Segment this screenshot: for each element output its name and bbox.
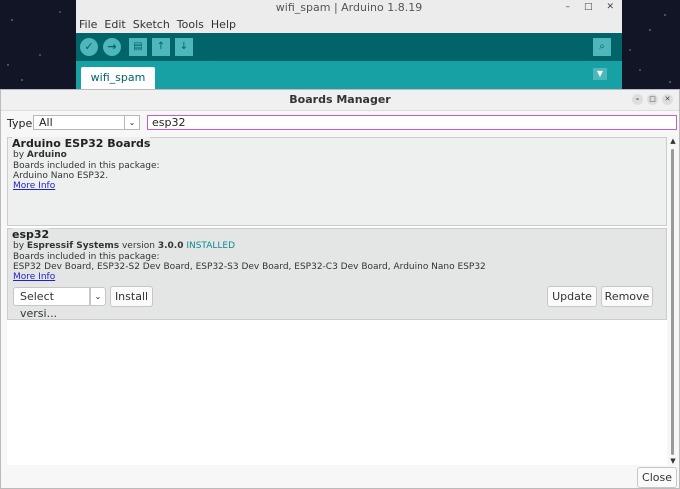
window-controls: – □ ✕	[565, 0, 614, 15]
open-icon[interactable]: ↑	[152, 38, 170, 56]
dialog-titlebar: Boards Manager – □ ✕	[1, 90, 679, 111]
package-name: esp32	[12, 228, 50, 241]
tab-wifi-spam[interactable]: wifi_spam	[81, 67, 155, 89]
version-select[interactable]: Select versi...	[13, 287, 90, 320]
toolbar: ✓ → ▤ ↑ ↓ ⌕	[76, 33, 622, 61]
boards-list: ESP32 Dev Board, ESP32-S2 Dev Board, ESP…	[13, 262, 486, 272]
type-select[interactable]: All ⌄	[33, 115, 140, 130]
chevron-down-icon[interactable]: ⌄	[90, 287, 106, 306]
more-info-link[interactable]: More Info	[13, 181, 55, 191]
new-sketch-icon[interactable]: ▤	[129, 38, 147, 56]
boards-list: Arduino Nano ESP32.	[13, 171, 109, 181]
upload-icon[interactable]: →	[103, 38, 121, 56]
boards-included-label: Boards included in this package:	[13, 161, 160, 171]
list-item[interactable]: esp32 by Espressif Systems version 3.0.0…	[7, 228, 667, 320]
menu-file[interactable]: File	[79, 18, 97, 31]
dialog-window-controls: – □ ✕	[632, 94, 673, 105]
menubar: File Edit Sketch Tools Help	[76, 15, 622, 33]
status-badge: INSTALLED	[186, 241, 236, 251]
verify-icon[interactable]: ✓	[80, 38, 98, 56]
by-prefix: by	[13, 150, 25, 160]
menu-tools[interactable]: Tools	[177, 18, 204, 31]
remove-button[interactable]: Remove	[601, 286, 653, 307]
list-item[interactable]: Arduino ESP32 Boards by Arduino Boards i…	[7, 137, 667, 226]
boards-manager-dialog: Boards Manager – □ ✕ Type All ⌄ esp32 Ar…	[0, 89, 680, 489]
type-select-value: All	[39, 116, 53, 129]
ide-titlebar: wifi_spam | Arduino 1.8.19 – □ ✕	[76, 0, 622, 15]
package-author-line: by Espressif Systems version 3.0.0 INSTA…	[13, 241, 235, 251]
boards-included-label: Boards included in this package:	[13, 252, 160, 262]
scroll-up-icon[interactable]: ▲	[669, 137, 677, 145]
by-prefix: by	[13, 241, 25, 251]
package-version: 3.0.0	[157, 241, 184, 251]
tab-menu-icon[interactable]: ▼	[593, 68, 607, 80]
arduino-ide-window: wifi_spam | Arduino 1.8.19 – □ ✕ File Ed…	[76, 0, 622, 94]
dialog-maximize-icon[interactable]: □	[647, 94, 658, 105]
close-button[interactable]: Close	[637, 467, 677, 488]
menu-help[interactable]: Help	[211, 18, 236, 31]
update-button[interactable]: Update	[547, 286, 597, 307]
dialog-close-icon[interactable]: ✕	[662, 94, 673, 105]
package-name: Arduino ESP32 Boards	[12, 137, 151, 150]
maximize-icon[interactable]: □	[584, 0, 593, 15]
version-label: version	[121, 241, 155, 251]
serial-monitor-icon[interactable]: ⌕	[593, 38, 611, 56]
dialog-minimize-icon[interactable]: –	[632, 94, 643, 105]
filter-bar: Type All ⌄ esp32	[1, 114, 680, 132]
package-author-line: by Arduino	[13, 150, 67, 160]
search-input[interactable]: esp32	[147, 115, 677, 130]
scrollbar-thumb[interactable]	[671, 149, 674, 455]
more-info-link[interactable]: More Info	[13, 272, 55, 282]
ide-title: wifi_spam | Arduino 1.8.19	[275, 1, 423, 14]
menu-edit[interactable]: Edit	[104, 18, 125, 31]
close-icon[interactable]: ✕	[606, 0, 614, 15]
type-label: Type	[7, 117, 33, 130]
package-author: Arduino	[26, 150, 67, 160]
vertical-scrollbar[interactable]: ▲ ▼	[669, 137, 677, 465]
save-icon[interactable]: ↓	[175, 38, 193, 56]
install-button[interactable]: Install	[110, 286, 153, 307]
chevron-down-icon: ⌄	[124, 116, 139, 129]
scroll-down-icon[interactable]: ▼	[669, 457, 677, 465]
minimize-icon[interactable]: –	[565, 0, 570, 15]
package-list: Arduino ESP32 Boards by Arduino Boards i…	[7, 137, 667, 465]
menu-sketch[interactable]: Sketch	[133, 18, 170, 31]
tabbar: wifi_spam ▼	[76, 61, 622, 89]
package-author: Espressif Systems	[26, 241, 120, 251]
dialog-title: Boards Manager	[289, 93, 391, 106]
